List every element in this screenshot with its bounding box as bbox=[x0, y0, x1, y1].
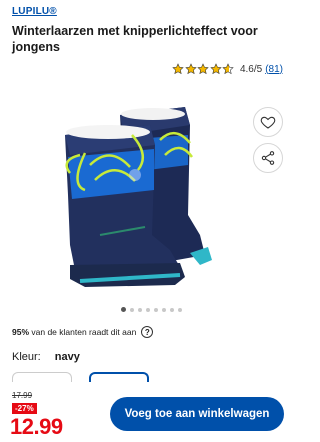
carousel-dot[interactable] bbox=[146, 307, 150, 312]
brand-link[interactable]: LUPILU® bbox=[12, 6, 57, 17]
recommend-text: van de klanten raadt dit aan bbox=[31, 327, 137, 337]
carousel-dot[interactable] bbox=[121, 307, 126, 312]
color-label: Kleur: bbox=[12, 351, 41, 363]
share-button[interactable] bbox=[253, 143, 283, 173]
color-value: navy bbox=[54, 351, 80, 363]
purchase-bar: 17.99 -27% 12.99 Voeg toe aan winkelwage… bbox=[0, 383, 295, 442]
rating-stars bbox=[172, 63, 235, 75]
carousel-dot[interactable] bbox=[178, 307, 182, 312]
product-title: Winterlaarzen met knipperlichteffect voo… bbox=[12, 24, 258, 54]
recommend-percent: 95% bbox=[12, 327, 30, 337]
discount-badge: -27% bbox=[12, 403, 37, 414]
recommendation: 95% van de klanten raadt dit aan ? bbox=[12, 326, 154, 338]
carousel-dot[interactable] bbox=[154, 307, 158, 312]
color-selector: Kleur: navy bbox=[12, 351, 80, 363]
product-image[interactable] bbox=[40, 95, 240, 295]
star-icon bbox=[172, 63, 185, 75]
add-to-cart-button[interactable]: Voeg toe aan winkelwagen bbox=[110, 397, 284, 431]
color-swatch[interactable] bbox=[12, 372, 72, 382]
current-price: 12.99 bbox=[10, 414, 63, 439]
carousel-dot[interactable] bbox=[170, 307, 174, 312]
rating-value: 4.6/5 bbox=[239, 63, 263, 75]
star-icon bbox=[185, 63, 197, 75]
rating[interactable]: 4.6/5 (81) bbox=[172, 63, 283, 75]
heart-icon bbox=[260, 116, 276, 129]
carousel-dot[interactable] bbox=[162, 307, 166, 312]
star-icon bbox=[197, 63, 210, 75]
star-half-icon bbox=[222, 63, 235, 75]
old-price: 17.99 bbox=[12, 391, 33, 400]
carousel-dots[interactable] bbox=[121, 307, 182, 312]
share-icon bbox=[261, 151, 275, 165]
rating-count-link[interactable]: (81) bbox=[265, 64, 283, 75]
help-icon[interactable]: ? bbox=[141, 326, 154, 338]
color-swatch-selected[interactable] bbox=[89, 372, 149, 382]
star-icon bbox=[210, 63, 222, 75]
favorite-button[interactable] bbox=[253, 107, 283, 137]
carousel-dot[interactable] bbox=[138, 307, 142, 312]
carousel-dot[interactable] bbox=[130, 307, 134, 312]
